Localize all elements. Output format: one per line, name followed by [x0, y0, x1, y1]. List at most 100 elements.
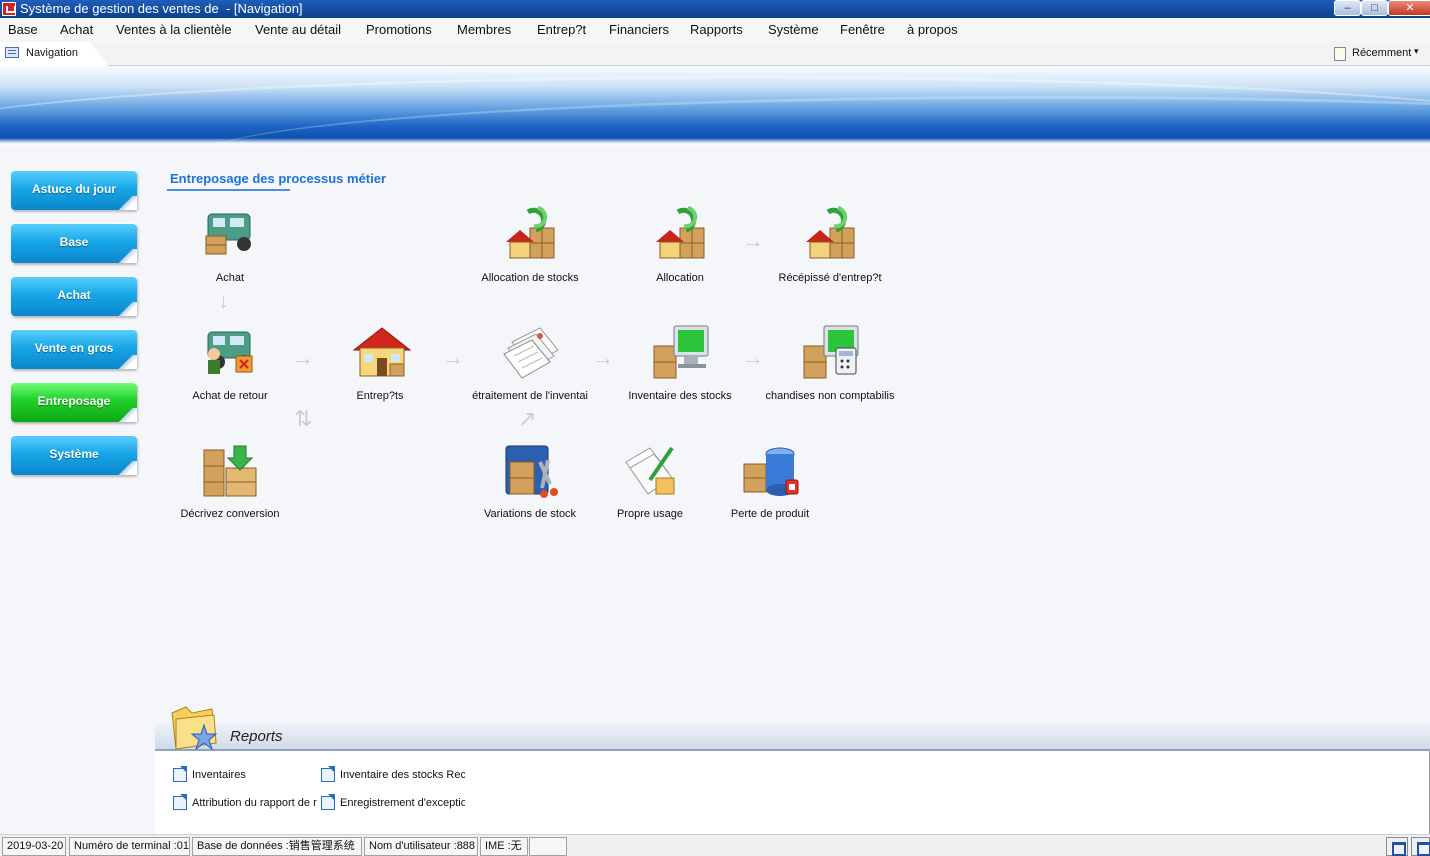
window-title: Système de gestion des ventes de - [Navi… [20, 1, 303, 16]
recent-menu-button[interactable]: Récemment ▾ [1334, 46, 1426, 62]
menu-rapports[interactable]: Rapports [690, 22, 743, 37]
node-label: Propre usage [616, 508, 684, 520]
report-document-icon [173, 796, 187, 810]
sidebar-item-base[interactable]: Base [11, 223, 137, 263]
status-empty-cell [529, 837, 567, 856]
report-document-icon [321, 796, 335, 810]
report-link-attribution[interactable]: Attribution du rapport de r [173, 796, 323, 811]
status-date: 2019-03-20 [2, 837, 66, 856]
boxes-database-icon [743, 447, 799, 496]
page-curl-decoration [115, 408, 137, 422]
node-allocation[interactable]: Allocation [610, 206, 750, 296]
node-conversion[interactable]: Décrivez conversion [160, 442, 300, 532]
node-propre-usage[interactable]: Propre usage [580, 442, 720, 532]
node-label: Allocation [656, 272, 704, 284]
chevron-down-icon: ▾ [1414, 46, 1419, 56]
boxes-monitor-calculator-icon [803, 325, 859, 379]
sidebar: Astuce du jour Base Achat Vente en gros … [0, 146, 155, 834]
menu-systeme[interactable]: Système [768, 22, 819, 37]
page-curl-decoration [115, 302, 137, 316]
node-label: Variations de stock [483, 508, 577, 520]
status-terminal: Numéro de terminal :01 [69, 837, 190, 856]
flow-arrow-right-icon: → [292, 345, 314, 370]
papers-pen-icon [625, 446, 675, 495]
node-allocation-stocks[interactable]: Allocation de stocks [460, 206, 600, 296]
app-logo-icon [2, 2, 16, 16]
node-label: Perte de produit [730, 508, 810, 520]
status-user: Nom d'utilisateur :888 [364, 837, 478, 856]
node-retraitement[interactable]: étraitement de l'inventai [460, 324, 600, 414]
document-tab-bar: Navigation Récemment ▾ [0, 42, 1430, 66]
sidebar-item-entreposage[interactable]: Entreposage [11, 382, 137, 422]
flow-arrow-up-right-icon: ↗ [518, 406, 537, 431]
node-label: chandises non comptabilis [765, 390, 895, 402]
menu-vente-detail[interactable]: Vente au détail [255, 22, 341, 37]
node-label: Achat [215, 272, 245, 284]
menu-a-propos[interactable]: à propos [907, 22, 958, 37]
truck-return-icon [207, 331, 253, 374]
sidebar-item-label: Système [49, 447, 99, 461]
reports-title: Reports [230, 728, 283, 745]
report-document-icon [321, 768, 335, 782]
reports-panel: Inventaires Inventaire des stocks Rec At… [155, 751, 1430, 834]
house-transfer-icon [806, 206, 855, 259]
report-link-label: Inventaire des stocks Rec [340, 769, 465, 781]
menu-promotions[interactable]: Promotions [366, 22, 432, 37]
node-marchandises[interactable]: chandises non comptabilis [760, 324, 900, 414]
minimize-button[interactable]: – [1334, 0, 1361, 16]
recent-docs-icon [1334, 47, 1346, 61]
flow-arrow-down-icon: ↓ [218, 288, 229, 313]
house-transfer-icon [656, 206, 705, 259]
menu-fenetre[interactable]: Fenêtre [840, 22, 885, 37]
flow-arrow-right-icon: → [592, 345, 614, 370]
reports-header [155, 724, 1430, 751]
maximize-button[interactable]: □ [1361, 0, 1388, 16]
menu-base[interactable]: Base [8, 22, 38, 37]
window-layout-icon[interactable] [1386, 837, 1408, 856]
tab-navigation[interactable]: Navigation [0, 42, 108, 66]
node-achat[interactable]: Achat [160, 206, 300, 296]
header-banner [0, 66, 1430, 146]
sidebar-item-achat[interactable]: Achat [11, 276, 137, 316]
node-inventaire[interactable]: Inventaire des stocks [610, 324, 750, 414]
menu-entrepot[interactable]: Entrep?t [537, 22, 586, 37]
sidebar-item-vente-en-gros[interactable]: Vente en gros [11, 329, 137, 369]
node-label: Achat de retour [192, 390, 268, 402]
title-bar: Système de gestion des ventes de - [Navi… [0, 0, 1430, 18]
node-perte[interactable]: Perte de produit [700, 442, 840, 532]
page-curl-decoration [115, 196, 137, 210]
boxes-download-icon [203, 445, 257, 497]
node-entrepots[interactable]: Entrep?ts [310, 324, 450, 414]
menu-ventes-clientele[interactable]: Ventes à la clientèle [116, 22, 232, 37]
menu-bar: Base Achat Ventes à la clientèle Vente a… [0, 18, 1430, 42]
menu-financiers[interactable]: Financiers [609, 22, 669, 37]
report-link-inventaires[interactable]: Inventaires [173, 768, 323, 783]
tab-navigation-label: Navigation [26, 47, 78, 59]
flow-arrow-right-icon: → [742, 228, 764, 253]
node-variations[interactable]: Variations de stock [460, 442, 600, 532]
window-tile-icon[interactable] [1411, 837, 1430, 856]
node-label: Inventaire des stocks [628, 390, 732, 402]
reports-folder-icon [171, 706, 218, 751]
page-curl-decoration [115, 249, 137, 263]
house-transfer-icon [506, 206, 555, 259]
sidebar-item-systeme[interactable]: Système [11, 435, 137, 475]
section-underline [167, 189, 290, 191]
window-icon [5, 47, 19, 58]
report-link-exception[interactable]: Enregistrement d'exceptio [321, 796, 471, 811]
node-label: Décrivez conversion [180, 508, 280, 520]
sidebar-item-astuce[interactable]: Astuce du jour [11, 170, 137, 210]
node-achat-retour[interactable]: Achat de retour [160, 324, 300, 414]
menu-membres[interactable]: Membres [457, 22, 511, 37]
flow-arrow-right-icon: → [442, 345, 464, 370]
workflow-panel: Entreposage des processus métier Achat A… [155, 146, 1430, 724]
status-bar: 2019-03-20 Numéro de terminal :01 Base d… [0, 834, 1430, 856]
report-link-inventaire-stocks[interactable]: Inventaire des stocks Rec [321, 768, 471, 783]
node-recepisse[interactable]: Récépissé d'entrep?t [760, 206, 900, 296]
page-curl-decoration [115, 355, 137, 369]
menu-achat[interactable]: Achat [60, 22, 93, 37]
section-title: Entreposage des processus métier [170, 171, 387, 186]
close-button[interactable]: ✕ [1388, 0, 1430, 16]
sidebar-item-label: Achat [57, 288, 91, 302]
status-database: Base de données :销售管理系统 [192, 837, 362, 856]
